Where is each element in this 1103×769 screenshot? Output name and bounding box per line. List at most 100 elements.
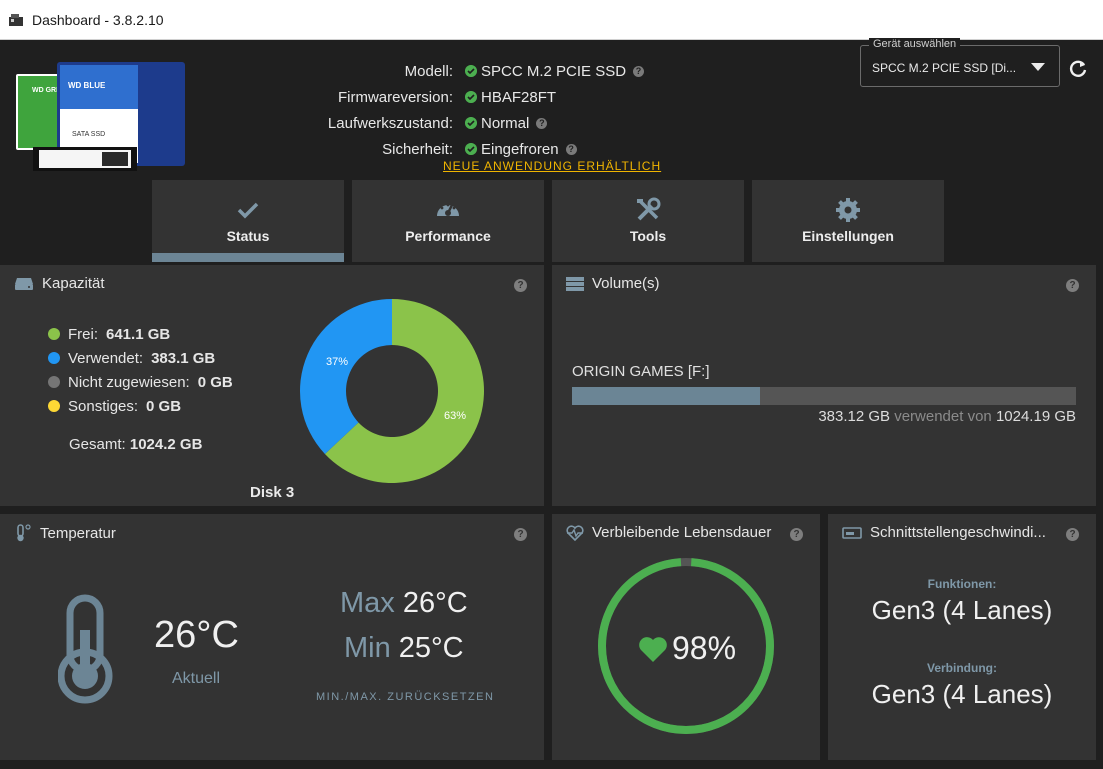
new-app-link[interactable]: NEUE ANWENDUNG ERHÄLTLICH	[443, 159, 661, 173]
tab-status-label: Status	[226, 228, 270, 244]
disk-label: Disk 3	[250, 484, 295, 501]
heart-icon	[639, 636, 667, 662]
help-icon[interactable]: ?	[565, 143, 577, 155]
interface-title: Schnittstellengeschwindi...	[870, 524, 1046, 541]
volume-total: 1024.19 GB	[995, 408, 1076, 425]
volumes-panel: Volume(s) ? ORIGIN GAMES [F:] 383.12 GB …	[552, 265, 1096, 506]
volume-used-of: verwendet von	[894, 408, 992, 425]
health-value-wrap: Normal ?	[465, 114, 548, 132]
thermometer-icon	[58, 594, 113, 704]
temperature-min: Min 25°C	[344, 632, 464, 665]
tab-performance[interactable]: Performance	[352, 180, 544, 262]
tab-tools[interactable]: Tools	[552, 180, 744, 262]
legend-value: 641.1 GB	[106, 325, 171, 343]
firmware-value: HBAF28FT	[481, 88, 557, 106]
tab-einstellungen-label: Einstellungen	[802, 228, 894, 244]
temperature-max: Max 26°C	[340, 587, 468, 620]
legend-label: Verwendet:	[68, 349, 144, 367]
tab-status[interactable]: Status	[152, 180, 344, 262]
legend-item-used: Verwendet: 383.1 GB	[48, 346, 233, 370]
temperature-current: 26°C	[154, 614, 239, 656]
interface-functions-label: Funktionen:	[927, 577, 997, 591]
temperature-panel: Temperatur ? 26°C Aktuell Max 26°C Min 2…	[0, 514, 544, 760]
lifetime-title: Verbleibende Lebensdauer	[592, 524, 772, 541]
legend-label: Nicht zugewiesen:	[68, 373, 190, 391]
tools-icon	[637, 197, 661, 221]
model-value: SPCC M.2 PCIE SSD	[481, 62, 627, 80]
temperature-max-value: 26°C	[402, 587, 468, 619]
donut-segment-used	[300, 299, 392, 454]
temperature-title: Temperatur	[40, 524, 116, 542]
capacity-legend: Frei: 641.1 GB Verwendet: 383.1 GB Nicht…	[48, 322, 233, 418]
capacity-panel: Kapazität ? Frei: 641.1 GB Verwendet: 38…	[0, 265, 544, 506]
gear-icon	[836, 198, 860, 222]
legend-value: 0 GB	[146, 397, 182, 415]
thermometer-small-icon	[17, 524, 31, 542]
lifetime-value: 98%	[672, 630, 737, 666]
device-select-value: SPCC M.2 PCIE SSD [Di...	[872, 61, 1017, 75]
volumes-header: Volume(s)	[566, 275, 660, 292]
window-title: Dashboard - 3.8.2.10	[32, 11, 164, 28]
interface-icon	[842, 526, 862, 539]
legend-item-free: Frei: 641.1 GB	[48, 322, 233, 346]
interface-functions-value: Gen3 (4 Lanes)	[871, 595, 1053, 625]
server-icon	[566, 276, 584, 291]
tab-tools-label: Tools	[629, 228, 667, 244]
status-ok-icon	[465, 143, 477, 155]
legend-label: Sonstiges:	[68, 397, 139, 415]
health-value: Normal	[481, 114, 530, 132]
legend-dot	[48, 376, 60, 388]
device-select-legend: Gerät auswählen	[869, 38, 961, 50]
security-label: Sicherheit:	[382, 140, 453, 158]
temperature-max-label: Max	[340, 587, 395, 619]
model-label: Modell:	[404, 62, 453, 80]
lifetime-value-wrap: 98%	[638, 630, 736, 667]
security-value: Eingefroren	[481, 140, 559, 158]
volume-usage-fill	[572, 387, 761, 405]
refresh-icon[interactable]	[1067, 58, 1089, 80]
volumes-title: Volume(s)	[592, 275, 660, 292]
temperature-current-label: Aktuell	[172, 670, 221, 687]
interface-panel: Schnittstellengeschwindi... ? Funktionen…	[828, 514, 1096, 760]
donut-label-free: 63%	[444, 410, 466, 422]
legend-dot	[48, 400, 60, 412]
help-icon[interactable]: ?	[514, 528, 527, 541]
help-icon[interactable]: ?	[1066, 279, 1079, 292]
device-select[interactable]: Gerät auswählen SPCC M.2 PCIE SSD [Di...	[860, 38, 1060, 87]
firmware-label: Firmwareversion:	[337, 88, 453, 106]
status-ok-icon	[465, 65, 477, 77]
check-icon	[237, 202, 259, 219]
volume-name: ORIGIN GAMES [F:]	[572, 363, 710, 380]
legend-dot	[48, 328, 60, 340]
info-row-firmware: Firmwareversion: HBAF28FT	[0, 84, 1103, 110]
temperature-min-label: Min	[344, 632, 391, 664]
temperature-min-value: 25°C	[398, 632, 464, 664]
interface-header: Schnittstellengeschwindi...	[842, 524, 1046, 541]
help-icon[interactable]: ?	[1066, 528, 1079, 541]
security-value-wrap: Eingefroren ?	[465, 141, 577, 158]
legend-value: 383.1 GB	[151, 349, 216, 367]
legend-item-unallocated: Nicht zugewiesen: 0 GB	[48, 370, 233, 394]
chevron-down-icon[interactable]	[1031, 63, 1045, 71]
interface-connection-label: Verbindung:	[927, 661, 997, 675]
help-icon[interactable]: ?	[633, 65, 645, 77]
tab-einstellungen[interactable]: Einstellungen	[752, 180, 944, 262]
reset-min-max-link[interactable]: MIN./MAX. ZURÜCKSETZEN	[316, 691, 494, 703]
lifetime-header: Verbleibende Lebensdauer	[566, 524, 771, 541]
help-icon[interactable]: ?	[790, 528, 803, 541]
window-title-bar: Dashboard - 3.8.2.10	[0, 0, 1103, 40]
volume-used: 383.12 GB	[818, 408, 891, 425]
legend-dot	[48, 352, 60, 364]
volume-usage-text: 383.12 GB verwendet von 1024.19 GB	[818, 408, 1076, 425]
legend-value: 0 GB	[197, 373, 233, 391]
temperature-header: Temperatur	[14, 524, 116, 542]
help-icon[interactable]: ?	[536, 117, 548, 129]
hard-drive-icon	[15, 277, 33, 290]
help-icon[interactable]: ?	[514, 279, 527, 292]
interface-connection-value: Gen3 (4 Lanes)	[871, 679, 1053, 709]
legend-label: Frei:	[68, 325, 98, 343]
legend-item-other: Sonstiges: 0 GB	[48, 394, 233, 418]
header: WD GREEN WD BLUE SATA SSD Modell: SPCC M…	[0, 38, 1103, 262]
status-ok-icon	[465, 91, 477, 103]
tab-performance-label: Performance	[405, 228, 491, 244]
